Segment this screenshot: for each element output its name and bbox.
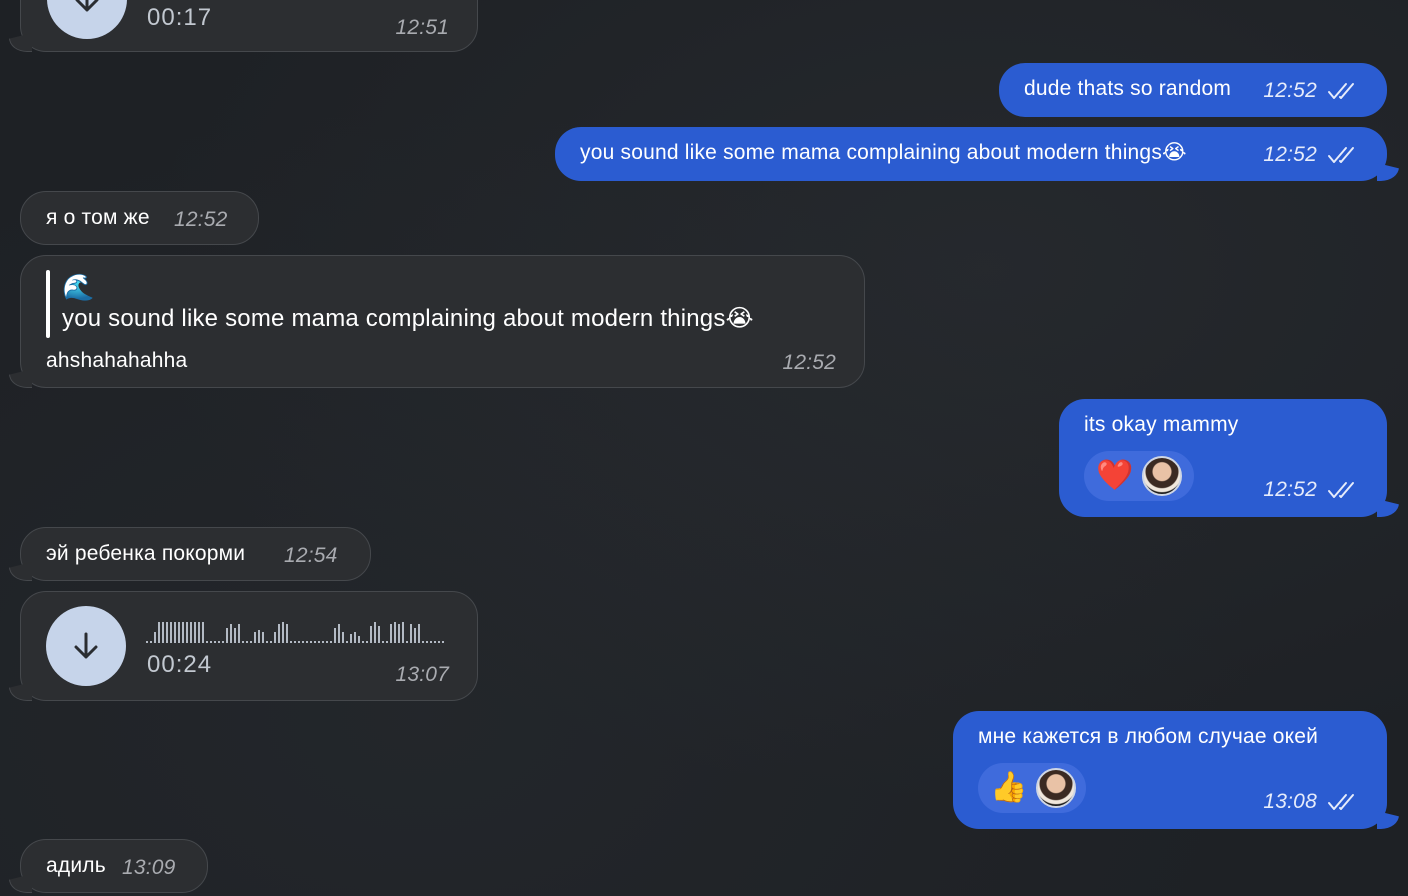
message-outgoing[interactable]: you sound like some mama complaining abo… — [555, 127, 1399, 181]
message-outgoing[interactable]: мне кажется в любом случае окей 👍 13:08 — [953, 711, 1399, 829]
download-voice-button[interactable] — [47, 0, 127, 39]
quoted-text: you sound like some mama complaining abo… — [62, 305, 754, 332]
message-text: you sound like some mama complaining abo… — [580, 141, 1187, 164]
reply-bar — [46, 270, 50, 338]
voice-duration: 00:17 — [147, 4, 213, 31]
message-time: 13:08 — [1263, 790, 1317, 813]
arrow-down-icon — [74, 632, 98, 659]
double-check-icon — [1328, 482, 1354, 499]
message-text: эй ребенка покорми — [46, 542, 246, 565]
download-voice-button[interactable] — [46, 606, 126, 686]
reaction-chip[interactable]: ❤️ — [1084, 451, 1194, 501]
message-time: 13:07 — [395, 663, 449, 686]
voice-message-bottom[interactable]: 00:24 13:07 — [9, 591, 478, 701]
message-time: 12:52 — [782, 351, 836, 374]
voice-message-top[interactable]: 00:17 12:51 — [9, 0, 478, 52]
voice-duration: 00:24 — [147, 651, 213, 678]
message-time: 12:52 — [174, 208, 228, 231]
message-time: 12:52 — [1263, 478, 1317, 501]
message-text: ahshahahahha — [46, 349, 188, 372]
reply-quote[interactable]: 🌊 you sound like some mama complaining a… — [62, 272, 754, 336]
message-text: я о том же — [46, 206, 150, 229]
message-text: dude thats so random — [1024, 77, 1232, 100]
reaction-chip[interactable]: 👍 — [978, 763, 1086, 813]
message-text: its okay mammy — [1084, 413, 1239, 436]
message-incoming[interactable]: эй ребенка покорми 12:54 — [9, 527, 371, 581]
double-check-icon — [1328, 794, 1354, 811]
message-text: адиль — [46, 854, 106, 877]
double-check-icon — [1328, 147, 1354, 164]
message-incoming-reply[interactable]: 🌊 you sound like some mama complaining a… — [9, 255, 865, 388]
thumbs-up-icon: 👍 — [990, 771, 1028, 804]
message-incoming[interactable]: я о том же 12:52 — [20, 191, 259, 245]
message-outgoing[interactable]: dude thats so random 12:52 — [999, 63, 1387, 117]
double-check-icon — [1328, 83, 1354, 100]
message-outgoing[interactable]: its okay mammy ❤️ 12:52 — [1059, 399, 1399, 517]
waveform — [146, 622, 444, 643]
message-time: 13:09 — [122, 856, 176, 879]
heart-icon: ❤️ — [1096, 459, 1134, 492]
arrow-down-icon — [75, 0, 99, 12]
message-time: 12:51 — [395, 16, 449, 39]
avatar — [1035, 768, 1076, 808]
message-text: мне кажется в любом случае окей — [978, 725, 1319, 748]
avatar — [1141, 456, 1182, 496]
wave-emoji: 🌊 — [62, 272, 95, 302]
message-time: 12:52 — [1263, 143, 1317, 166]
message-time: 12:52 — [1263, 79, 1317, 102]
message-incoming[interactable]: адиль 13:09 — [9, 839, 208, 893]
message-time: 12:54 — [284, 544, 338, 567]
